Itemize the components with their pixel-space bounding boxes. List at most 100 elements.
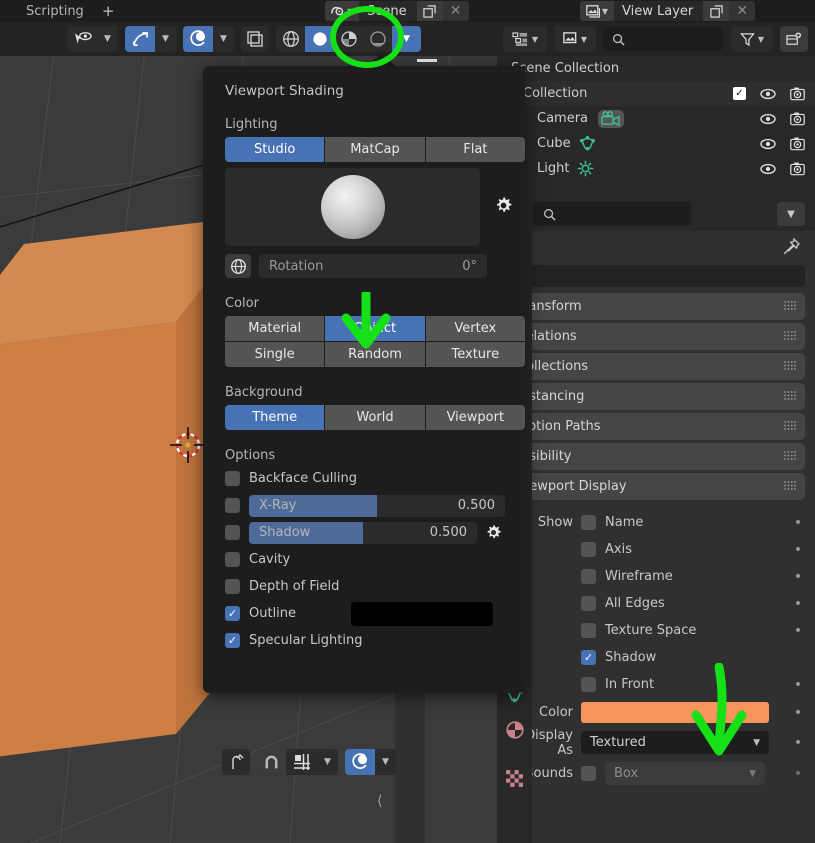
object-mode-icon[interactable] xyxy=(67,26,97,52)
show-all-edges-checkbox[interactable] xyxy=(581,596,596,611)
popup-drag-handle[interactable] xyxy=(417,59,437,62)
outliner-filter-id-icon[interactable]: ▼ xyxy=(554,26,596,52)
scene-icon[interactable]: ▼ xyxy=(325,1,359,21)
grip-dots-icon[interactable] xyxy=(784,391,796,401)
lighting-studio-button[interactable]: Studio xyxy=(225,137,326,162)
grip-dots-icon[interactable] xyxy=(784,301,796,311)
shading-rendered-button[interactable] xyxy=(363,26,392,52)
depth-of-field-checkbox[interactable] xyxy=(225,579,240,594)
show-axis-row[interactable]: Axis • xyxy=(497,536,815,563)
backface-culling-checkbox[interactable] xyxy=(225,471,240,486)
xray-checkbox[interactable] xyxy=(225,498,240,513)
background-world-button[interactable]: World xyxy=(325,405,426,430)
outliner-row-toggles[interactable] xyxy=(760,162,805,176)
show-name-checkbox[interactable] xyxy=(581,515,596,530)
proportional-edit-group[interactable]: ▼ xyxy=(345,749,396,775)
show-shadow-checkbox[interactable]: ✓ xyxy=(581,650,596,665)
animate-dot[interactable]: • xyxy=(791,766,805,782)
properties-options-chevron[interactable]: ▼ xyxy=(777,202,805,226)
animate-dot[interactable]: • xyxy=(791,515,805,531)
scene-selector[interactable]: ▼ Scene ✕ xyxy=(325,1,469,21)
animate-dot[interactable]: • xyxy=(791,542,805,558)
show-shadow-row[interactable]: ✓ Shadow xyxy=(497,644,815,671)
color-single-button[interactable]: Single xyxy=(225,342,326,367)
scene-name[interactable]: Scene xyxy=(359,4,417,19)
chevron-down-icon[interactable]: ▼ xyxy=(213,26,234,52)
grip-dots-icon[interactable] xyxy=(784,451,796,461)
duplicate-icon-button[interactable] xyxy=(241,26,269,52)
outline-checkbox[interactable]: ✓ xyxy=(225,606,240,621)
proportional-editing-group[interactable]: ▼ xyxy=(183,26,234,52)
bounds-row[interactable]: Bounds Box ▼ • xyxy=(497,758,815,789)
snap-group[interactable]: ▼ xyxy=(257,749,338,775)
proportional-editing-icon[interactable] xyxy=(183,26,213,52)
outliner-row-toggles[interactable] xyxy=(760,137,805,151)
show-texture-space-checkbox[interactable] xyxy=(581,623,596,638)
color-object-button[interactable]: Object xyxy=(325,316,426,341)
view-layer-name[interactable]: View Layer xyxy=(614,4,703,19)
lighting-matcap-button[interactable]: MatCap xyxy=(325,137,426,162)
specular-lighting-checkbox[interactable]: ✓ xyxy=(225,633,240,648)
xray-row[interactable]: X-Ray 0.500 xyxy=(225,492,513,519)
show-texture-space-row[interactable]: Texture Space • xyxy=(497,617,815,644)
color-options-row2[interactable]: Single Random Texture xyxy=(225,342,525,367)
outliner-row-camera[interactable]: Camera xyxy=(497,106,815,131)
grip-dots-icon[interactable] xyxy=(784,361,796,371)
outliner-display-mode-icon[interactable]: ▼ xyxy=(503,26,547,52)
outliner-row-scene-collection[interactable]: Scene Collection xyxy=(497,56,815,81)
shading-material-button[interactable] xyxy=(334,26,363,52)
new-view-layer-button[interactable] xyxy=(703,1,730,21)
show-wireframe-row[interactable]: Wireframe • xyxy=(497,563,815,590)
show-axis-checkbox[interactable] xyxy=(581,542,596,557)
bounds-dropdown[interactable]: Box ▼ xyxy=(605,762,765,785)
viewport-display-color-swatch[interactable] xyxy=(581,702,769,723)
outliner-search-input[interactable] xyxy=(603,27,723,51)
images-icon[interactable]: ▼ xyxy=(580,1,614,21)
panel-collections[interactable]: Collections xyxy=(507,353,805,380)
panel-viewport-display[interactable]: Viewport Display xyxy=(507,473,805,500)
grip-dots-icon[interactable] xyxy=(784,421,796,431)
pin-icon[interactable] xyxy=(782,237,801,260)
workspace-tab-scripting[interactable]: Scripting xyxy=(20,4,90,19)
lighting-options[interactable]: Studio MatCap Flat xyxy=(225,137,525,162)
color-texture-button[interactable]: Texture xyxy=(425,342,525,367)
outliner-row-cube[interactable]: Cube xyxy=(497,131,815,156)
shadow-checkbox[interactable] xyxy=(225,525,240,540)
panel-instancing[interactable]: Instancing xyxy=(507,383,805,410)
shading-mode-group[interactable]: ▼ xyxy=(276,26,421,52)
background-theme-button[interactable]: Theme xyxy=(225,405,326,430)
animate-dot[interactable]: • xyxy=(791,596,805,612)
gear-icon[interactable] xyxy=(485,524,502,541)
outliner-row-toggles[interactable]: ✓ xyxy=(733,87,805,101)
transform-orientation-icon[interactable] xyxy=(125,26,155,52)
shading-dropdown-chevron[interactable]: ▼ xyxy=(392,26,421,52)
animate-dot[interactable]: • xyxy=(791,569,805,585)
object-color-row[interactable]: Color • xyxy=(497,698,815,727)
animate-dot[interactable]: • xyxy=(791,623,805,639)
gear-icon[interactable] xyxy=(494,196,513,219)
globe-icon[interactable] xyxy=(225,254,251,278)
view-layer-selector[interactable]: ▼ View Layer ✕ xyxy=(580,1,756,21)
object-mode-group[interactable]: ▼ xyxy=(67,26,118,52)
tab-material-properties[interactable] xyxy=(497,712,532,748)
chevron-down-icon[interactable]: ▼ xyxy=(97,26,118,52)
show-in-front-checkbox[interactable] xyxy=(581,677,596,692)
new-collection-icon[interactable] xyxy=(780,26,808,52)
show-all-edges-row[interactable]: All Edges • xyxy=(497,590,815,617)
outliner-filter-button[interactable]: ▼ xyxy=(731,26,773,52)
lighting-flat-button[interactable]: Flat xyxy=(425,137,525,162)
outliner-row-light[interactable]: Light xyxy=(497,156,815,181)
color-random-button[interactable]: Random xyxy=(325,342,426,367)
studio-light-preview[interactable] xyxy=(225,168,480,246)
panel-relations[interactable]: Relations xyxy=(507,323,805,350)
properties-editor[interactable]: ▼ Transform Relations Collections Instan… xyxy=(497,197,815,843)
depth-of-field-row[interactable]: Depth of Field xyxy=(225,573,513,600)
shadow-row[interactable]: Shadow 0.500 xyxy=(225,519,513,546)
xray-slider[interactable]: X-Ray 0.500 xyxy=(249,494,505,517)
specular-lighting-row[interactable]: ✓ Specular Lighting xyxy=(225,627,513,654)
outline-color-swatch[interactable] xyxy=(351,601,494,626)
snap-base-icon[interactable] xyxy=(222,749,250,775)
tab-texture-properties[interactable] xyxy=(497,760,532,796)
display-as-row[interactable]: Display As Textured ▼ • xyxy=(497,727,815,758)
grip-dots-icon[interactable] xyxy=(784,331,796,341)
